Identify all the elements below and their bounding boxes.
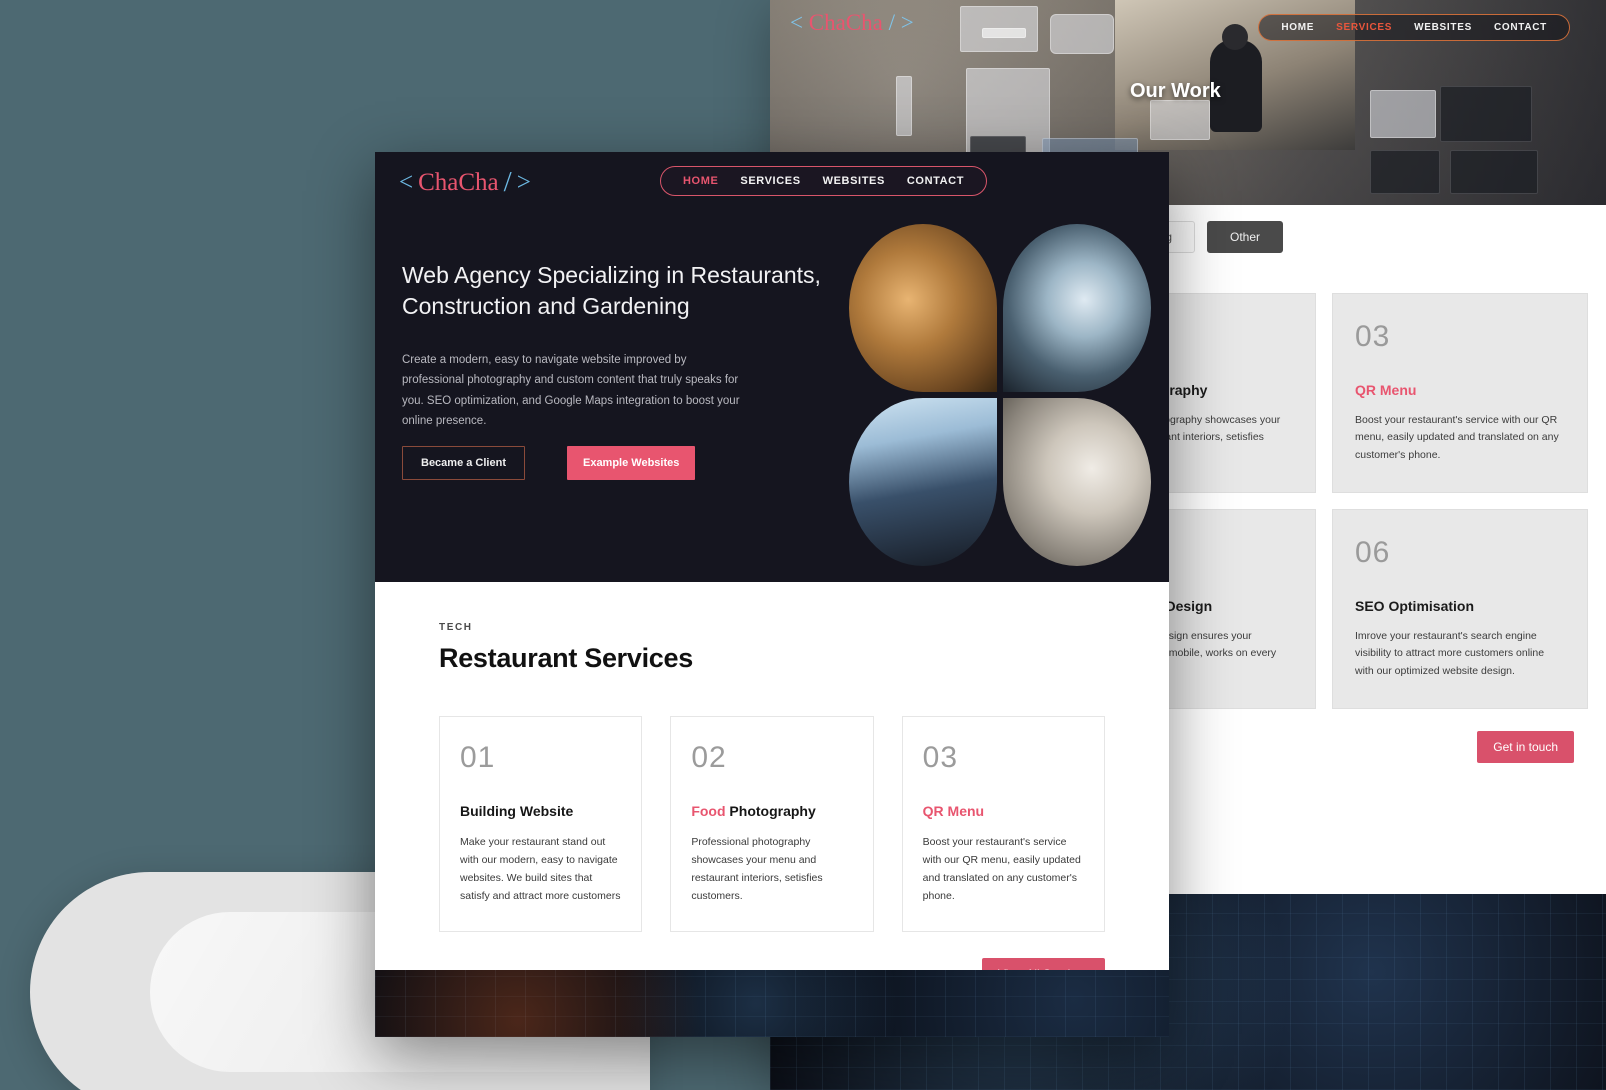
moodboard-pin	[1450, 150, 1538, 194]
logo-name: ChaCha	[418, 168, 499, 196]
moodboard-pin	[982, 28, 1026, 38]
card-title-highlight: Food	[691, 803, 726, 819]
services-section: TECH Restaurant Services 01 Building Web…	[375, 582, 1169, 991]
card-number: 01	[460, 741, 496, 774]
foreground-window[interactable]: < ChaCha / > HOME SERVICES WEBSITES CONT…	[375, 152, 1169, 1037]
card-title-rest: Photography	[725, 803, 816, 819]
card-description: Boost your restaurant's service with our…	[922, 836, 1081, 902]
logo-close-bracket: >	[900, 10, 914, 35]
nav-item-services[interactable]: SERVICES	[1336, 22, 1392, 33]
filter-chip-other[interactable]: Other	[1207, 221, 1284, 253]
logo-open-bracket: <	[399, 168, 414, 196]
get-in-touch-button[interactable]: Get in touch	[1477, 730, 1574, 763]
nav-item-contact[interactable]: CONTACT	[907, 175, 964, 187]
moodboard-pin	[1440, 86, 1532, 142]
background-service-card[interactable]: 06 SEO Optimisation Imrove your restaura…	[1332, 508, 1588, 709]
screenshot-stage: < ChaCha / > HOME SERVICES WEBSITES CONT…	[0, 0, 1606, 1090]
collage-image-plated-pasta	[1003, 398, 1151, 566]
nav-item-services[interactable]: SERVICES	[740, 175, 800, 187]
tech-circuit-graphic	[375, 970, 1169, 1037]
background-service-card[interactable]: 03 QR Menu Boost your restaurant's servi…	[1332, 293, 1588, 493]
card-title: QR Menu	[1355, 382, 1417, 398]
moodboard-pin	[1370, 90, 1436, 138]
moodboard-pin	[1050, 14, 1114, 54]
hero-subtext: Create a modern, easy to navigate websit…	[402, 354, 740, 428]
card-description: Professional photography showcases your …	[691, 836, 823, 902]
service-card-food-photography[interactable]: 02 Food Photography Professional photogr…	[670, 716, 874, 933]
logo-open-bracket: <	[790, 10, 803, 35]
service-card-building-website[interactable]: 01 Building Website Make your restaurant…	[439, 716, 643, 933]
service-card-qr-menu[interactable]: 03 QR Menu Boost your restaurant's servi…	[901, 716, 1105, 933]
section-title: Restaurant Services	[439, 643, 693, 673]
service-card-grid: 01 Building Website Make your restaurant…	[439, 716, 1105, 933]
nav-item-websites[interactable]: WEBSITES	[823, 175, 885, 187]
main-nav: HOME SERVICES WEBSITES CONTACT	[660, 166, 988, 196]
card-description: Imrove your restaurant's search engine v…	[1355, 629, 1545, 677]
moodboard-pin	[1150, 100, 1210, 140]
nav-item-home[interactable]: HOME	[683, 175, 718, 187]
background-nav: HOME SERVICES WEBSITES CONTACT	[1258, 14, 1570, 41]
card-title: SEO Optimisation	[1355, 597, 1475, 614]
card-number: 03	[922, 741, 959, 774]
collage-image-developer-workstation	[1003, 224, 1151, 392]
nav-item-websites[interactable]: WEBSITES	[1414, 22, 1472, 33]
moodboard-pin	[1370, 150, 1440, 194]
nav-item-contact[interactable]: CONTACT	[1494, 22, 1547, 33]
card-number: 02	[691, 741, 727, 774]
collage-image-responsive-devices	[849, 398, 997, 566]
site-logo[interactable]: < ChaCha / >	[399, 166, 531, 199]
moodboard-pin	[896, 76, 912, 136]
card-number: 03	[1355, 320, 1391, 353]
logo-close-bracket: >	[516, 168, 531, 196]
example-websites-button[interactable]: Example Websites	[566, 446, 696, 480]
hero-headline: Web Agency Specializing in Restaurants, …	[402, 262, 821, 320]
hero-button-group: Became a Client Example Websites	[402, 446, 696, 480]
card-description: Boost your restaurant's service with our…	[1355, 414, 1559, 461]
became-a-client-button[interactable]: Became a Client	[402, 446, 525, 480]
section-eyebrow: TECH	[439, 622, 473, 633]
foreground-footer-banner	[375, 970, 1169, 1037]
logo-slash: /	[503, 166, 512, 198]
logo-name: ChaCha	[808, 10, 883, 35]
hero-image-collage	[849, 224, 1151, 566]
card-title: QR Menu	[922, 803, 985, 819]
nav-item-home[interactable]: HOME	[1281, 22, 1314, 33]
hero-section: < ChaCha / > HOME SERVICES WEBSITES CONT…	[375, 152, 1169, 582]
background-logo[interactable]: < ChaCha / >	[790, 10, 914, 36]
background-hero-title: Our Work	[1130, 80, 1221, 102]
card-number: 06	[1355, 535, 1391, 569]
card-description: Make your restaurant stand out with our …	[460, 836, 621, 902]
card-title: Building Website	[460, 803, 574, 819]
logo-slash: /	[888, 10, 895, 35]
collage-image-restaurant-interior	[849, 224, 997, 392]
card-title: Food Photography	[691, 803, 852, 819]
